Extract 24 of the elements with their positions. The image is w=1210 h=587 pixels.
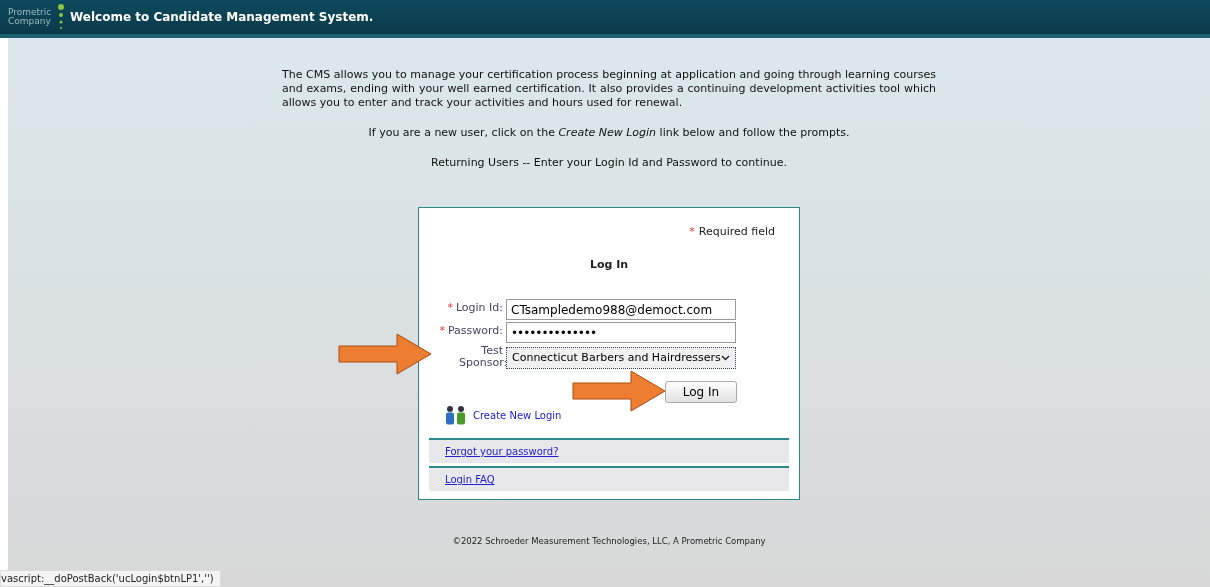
field-label: Password:: [447, 325, 503, 337]
password-field[interactable]: ••••••••••••••: [506, 322, 736, 343]
field-label: Login Id:: [455, 302, 503, 314]
dots-logo-icon: [56, 4, 66, 30]
create-login-link[interactable]: Create New Login: [473, 407, 562, 423]
caret-icon: [721, 355, 730, 361]
footer-link[interactable]: Forgot your password?: [445, 444, 559, 459]
status-bar: vascript:__doPostBack('ucLogin$btnLP1',''): [0, 570, 221, 587]
logo-text: Prometric Company: [8, 8, 52, 26]
intro-paragraph: The CMS allows you to manage your certification process beginning at application and going through learning courses and exams, ending with your well earned certification. It also provides a continuing development activities tool which allows you to enter and track your activities and hours used for renewal.: [282, 68, 936, 110]
required-mark: *: [689, 224, 695, 240]
login-id-field[interactable]: CTsampledemo988@democt.com: [506, 299, 736, 320]
returning-users-text: Returning Users -- Enter your Login Id and Password to continue.: [431, 156, 787, 170]
login-heading: Log In: [589, 256, 629, 273]
footer-link[interactable]: Login FAQ: [445, 472, 495, 487]
new-user-text: If you are a new user, click on the Create New Login link below and follow the prompts.: [368, 126, 850, 140]
required-note: Required field: [698, 224, 775, 240]
page-title: Welcome to Candidate Management System.: [70, 9, 374, 26]
required-mark: *: [447, 302, 453, 314]
copyright-text: ©2022 Schroeder Measurement Technologies, LLC, A Prometric Company: [452, 535, 766, 548]
sponsor-dropdown[interactable]: Connecticut Barbers and Hairdressers: [506, 347, 736, 369]
users-icon: [445, 405, 467, 425]
login-button[interactable]: Log In: [665, 381, 737, 403]
required-mark: *: [439, 325, 445, 337]
